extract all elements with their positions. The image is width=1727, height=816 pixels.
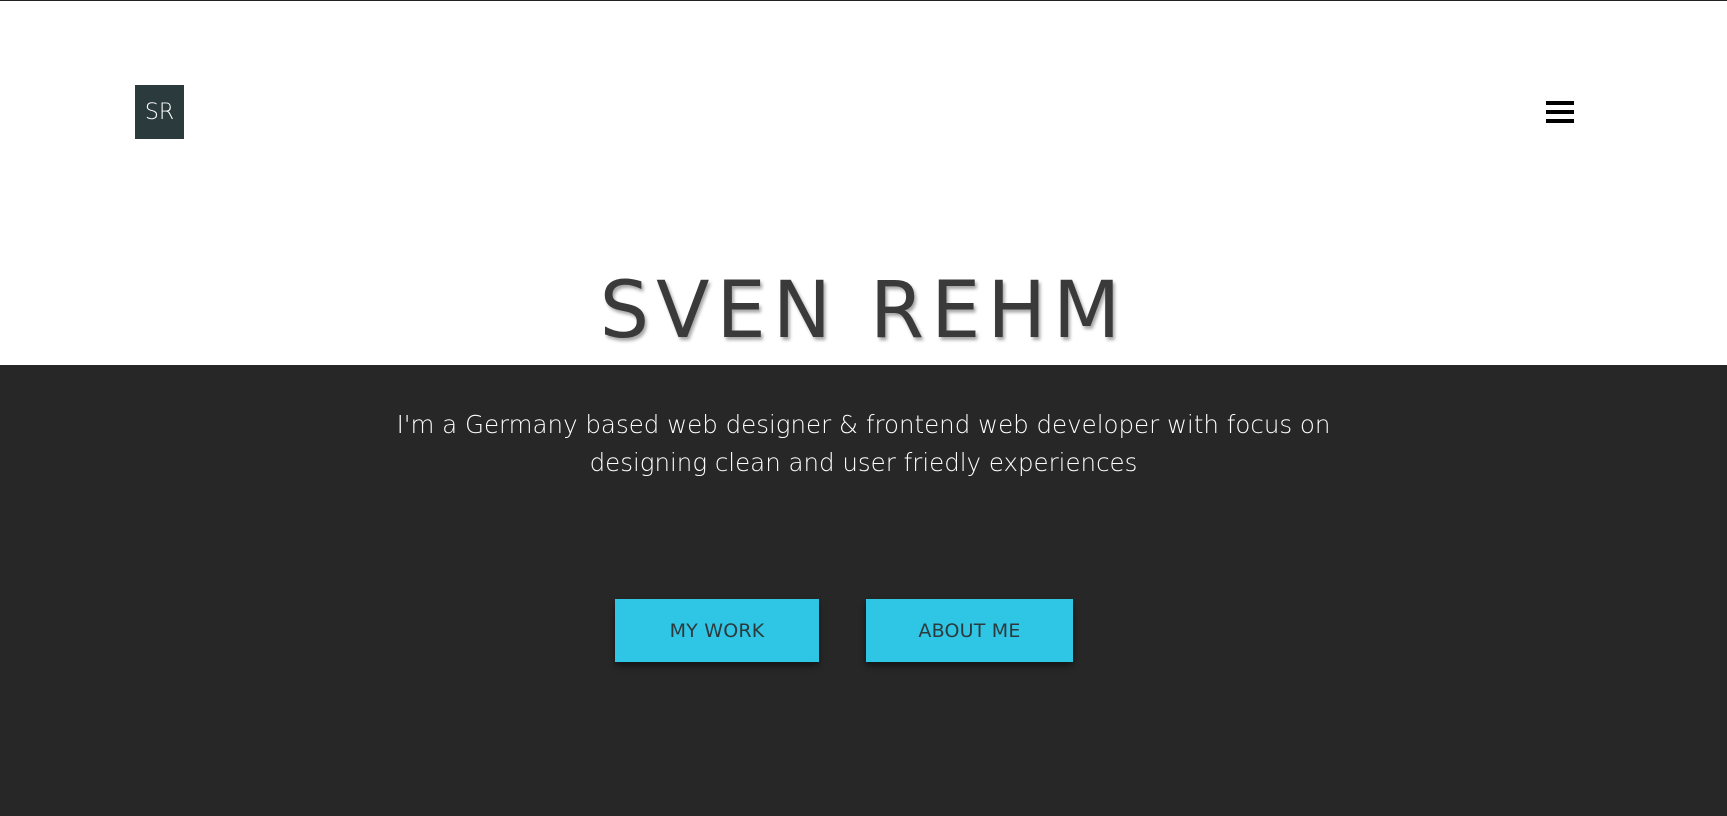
page: SR SVEN REHM I'm a Germany based web des…: [0, 0, 1727, 816]
about-me-button[interactable]: ABOUT ME: [866, 599, 1073, 662]
menu-button[interactable]: [1544, 98, 1578, 126]
hero-tagline: I'm a Germany based web designer & front…: [396, 410, 1331, 477]
hamburger-menu-icon: [1546, 101, 1574, 123]
hero-title: SVEN REHM: [599, 266, 1128, 356]
my-work-button[interactable]: MY WORK: [615, 599, 819, 662]
logo-link[interactable]: SR: [135, 85, 184, 139]
